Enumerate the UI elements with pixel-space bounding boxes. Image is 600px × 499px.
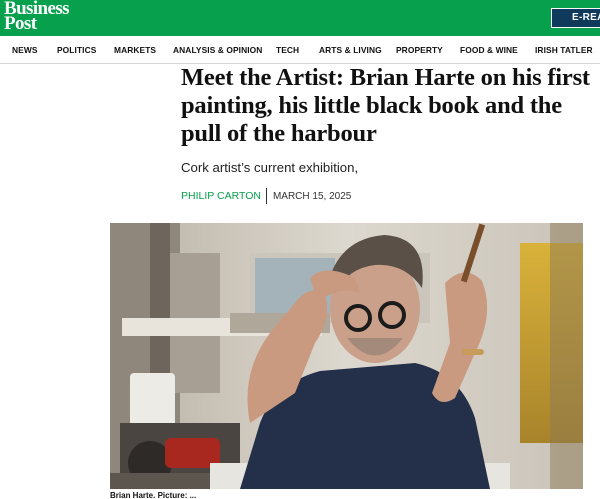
byline: PHILIP CARTON MARCH 15, 2025 bbox=[181, 188, 351, 204]
nav-item-politics[interactable]: POLITICS bbox=[57, 36, 96, 64]
article-hero-image bbox=[110, 223, 583, 489]
nav-item-irish-tatler[interactable]: IRISH TATLER bbox=[535, 36, 593, 64]
publish-date: MARCH 15, 2025 bbox=[272, 191, 352, 202]
site-logo[interactable]: Business Post bbox=[4, 0, 70, 33]
nav-item-property[interactable]: PROPERTY bbox=[396, 36, 443, 64]
nav-item-markets[interactable]: MARKETS bbox=[114, 36, 156, 64]
image-caption: Brian Harte. Picture: ... bbox=[110, 491, 197, 499]
article-subheading: Cork artist’s current exhibition, bbox=[181, 160, 359, 175]
article-headline: Meet the Artist: Brian Harte on his firs… bbox=[181, 64, 590, 147]
site-header: Business Post E-REA bbox=[0, 0, 600, 36]
author-link[interactable]: PHILIP CARTON bbox=[181, 188, 261, 204]
nav-item-news[interactable]: NEWS bbox=[12, 36, 38, 64]
e-reader-button[interactable]: E-REA bbox=[551, 8, 600, 28]
main-nav: NEWS POLITICS MARKETS ANALYSIS & OPINION… bbox=[0, 36, 600, 64]
nav-item-analysis-opinion[interactable]: ANALYSIS & OPINION bbox=[173, 36, 262, 64]
nav-item-tech[interactable]: TECH bbox=[276, 36, 299, 64]
byline-divider bbox=[265, 188, 267, 204]
nav-item-arts-living[interactable]: ARTS & LIVING bbox=[319, 36, 382, 64]
nav-item-food-wine[interactable]: FOOD & WINE bbox=[460, 36, 518, 64]
